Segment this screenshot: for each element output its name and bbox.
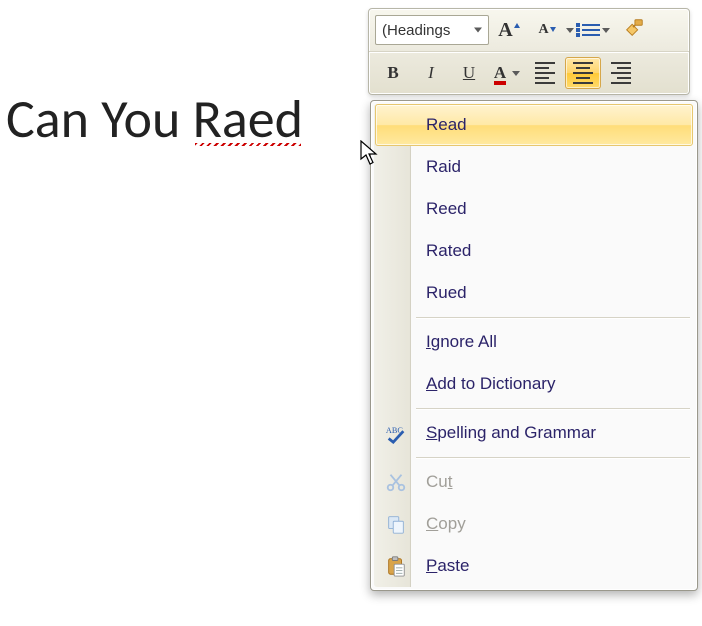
- spell-suggestion-item[interactable]: Raid: [375, 146, 693, 188]
- copy-icon: [384, 512, 408, 536]
- scissors-icon: [384, 470, 408, 494]
- italic-icon: I: [428, 63, 434, 83]
- italic-button[interactable]: I: [413, 57, 449, 89]
- align-left-button[interactable]: [527, 57, 563, 89]
- align-left-icon: [535, 62, 555, 84]
- menu-item-label: Spelling and Grammar: [426, 423, 596, 443]
- menu-separator: [416, 408, 690, 409]
- mini-toolbar-row-1: (Headings A A: [369, 9, 689, 51]
- cut-item: Cut: [375, 461, 693, 503]
- spell-suggestion-item[interactable]: Read: [375, 104, 693, 146]
- mini-toolbar: (Headings A A B: [368, 8, 690, 95]
- arrow-down-icon: [550, 27, 556, 32]
- shrink-font-button[interactable]: A: [529, 14, 565, 46]
- add-to-dictionary-item[interactable]: Add to Dictionary: [375, 363, 693, 405]
- document-text-prefix: Can You: [6, 86, 193, 152]
- mini-toolbar-row-2: B I U A: [369, 51, 689, 94]
- dropdown-caret-icon[interactable]: [566, 28, 574, 33]
- bullet-list-button[interactable]: [578, 14, 614, 46]
- font-color-button[interactable]: A: [489, 57, 525, 89]
- font-name-text: (Headings: [382, 22, 450, 39]
- spellcheck-icon: ABC: [384, 421, 408, 445]
- paste-item[interactable]: Paste: [375, 545, 693, 587]
- menu-item-label: Add to Dictionary: [426, 374, 555, 394]
- font-name-dropdown[interactable]: (Headings: [375, 15, 489, 45]
- underline-icon: U: [463, 63, 475, 83]
- spellcheck-context-menu: Read Raid Reed Rated Rued Ignore All Add…: [370, 100, 698, 591]
- menu-separator: [416, 457, 690, 458]
- spell-suggestion-label: Reed: [426, 199, 467, 219]
- bold-icon: B: [387, 63, 398, 83]
- menu-item-label: Paste: [426, 556, 469, 576]
- align-right-button[interactable]: [603, 57, 639, 89]
- align-center-button[interactable]: [565, 57, 601, 89]
- spelling-grammar-item[interactable]: ABC Spelling and Grammar: [375, 412, 693, 454]
- font-color-icon: A: [494, 63, 506, 83]
- align-center-icon: [573, 62, 593, 84]
- dropdown-caret-icon: [602, 28, 610, 33]
- align-right-icon: [611, 62, 631, 84]
- spell-suggestion-label: Read: [426, 115, 467, 135]
- ignore-all-item[interactable]: Ignore All: [375, 321, 693, 363]
- bullet-list-icon: [582, 24, 600, 36]
- spell-suggestion-label: Rued: [426, 283, 467, 303]
- spell-suggestion-item[interactable]: Rated: [375, 230, 693, 272]
- underline-button[interactable]: U: [451, 57, 487, 89]
- grow-font-icon: A: [498, 19, 512, 42]
- copy-item: Copy: [375, 503, 693, 545]
- spell-suggestion-item[interactable]: Reed: [375, 188, 693, 230]
- document-text[interactable]: Can You Raed: [6, 86, 303, 152]
- shrink-font-icon: A: [538, 22, 548, 38]
- grow-font-button[interactable]: A: [491, 14, 527, 46]
- misspelled-word[interactable]: Raed: [193, 86, 303, 152]
- menu-item-label: Ignore All: [426, 332, 497, 352]
- dropdown-caret-icon: [474, 28, 482, 33]
- dropdown-caret-icon: [512, 71, 520, 76]
- format-painter-button[interactable]: [616, 14, 652, 46]
- menu-item-label: Copy: [426, 514, 466, 534]
- spell-suggestion-item[interactable]: Rued: [375, 272, 693, 314]
- arrow-up-icon: [514, 23, 520, 28]
- spell-suggestion-label: Rated: [426, 241, 471, 261]
- bold-button[interactable]: B: [375, 57, 411, 89]
- menu-item-label: Cut: [426, 472, 452, 492]
- format-painter-icon: [623, 17, 645, 44]
- spell-suggestion-label: Raid: [426, 157, 461, 177]
- menu-separator: [416, 317, 690, 318]
- paste-icon: [384, 554, 408, 578]
